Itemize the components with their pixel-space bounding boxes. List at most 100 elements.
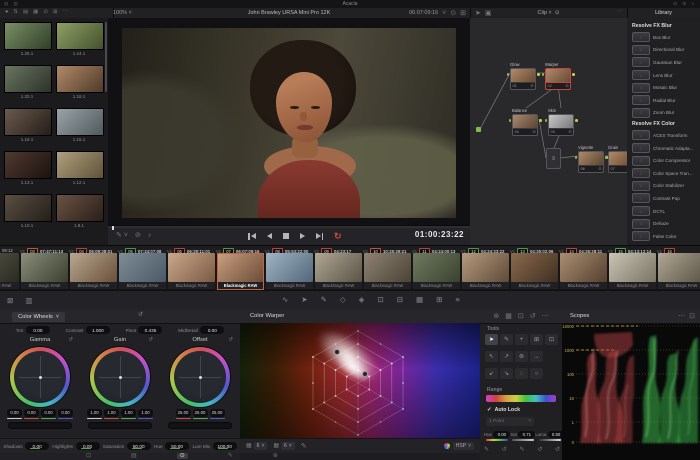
still-thumbnail[interactable] [4, 108, 52, 136]
lum-grid-select[interactable]: ▦ 6 ˅ [273, 442, 295, 450]
wheel-channel-value[interactable]: 0.00 [41, 409, 56, 419]
wheel-gain[interactable] [90, 347, 150, 407]
keyframe-icon[interactable]: ◈ [359, 296, 365, 304]
param-value[interactable]: 1.000 [85, 325, 110, 335]
fx-item[interactable]: ◌ Color Compressor [627, 154, 700, 167]
fx-item[interactable]: ◌ Color Stabilizer [627, 180, 700, 193]
node-balance[interactable]: Balance 04 ⊙ [508, 108, 542, 136]
gallery-still[interactable]: 1.13.1 [4, 151, 52, 185]
wheel-master-slider[interactable] [168, 422, 232, 429]
still-thumbnail[interactable] [56, 65, 104, 93]
node-glow[interactable]: Glow 01 ⊙ [506, 62, 540, 90]
timeline-clip-12[interactable]: Blackmagic RAW [462, 253, 509, 290]
clip-progress-line[interactable] [108, 226, 470, 230]
window-right-icons[interactable]: ⊟ ⊞ ≡ [673, 1, 696, 7]
more-icon[interactable]: ⋯ [63, 10, 69, 16]
warper-mode-select[interactable]: HSP ˅ [443, 442, 474, 450]
hsl-value[interactable]: 0.71 [518, 431, 536, 438]
audio-mute-icon[interactable]: ♪ [148, 232, 152, 239]
timeline-clip-14[interactable]: Blackmagic RAW [560, 253, 607, 290]
auto-grade-icon[interactable]: ⊠ [7, 297, 13, 305]
wheel-offset[interactable] [170, 347, 230, 407]
split-icon[interactable]: ⊟ [397, 296, 403, 304]
fx-item[interactable]: ◌ Contrast Pop [627, 192, 700, 205]
node-warper[interactable]: Warper 02 ⊙ [541, 62, 575, 90]
wheel-channel-value[interactable]: 1.00 [138, 409, 153, 419]
param-value[interactable]: 0.00 [75, 441, 100, 451]
snapshot-icon[interactable]: ⊡ [377, 296, 383, 304]
warp-down-icon[interactable]: ↙ [485, 368, 498, 379]
timeline-clip-10[interactable]: Blackmagic RAW [364, 253, 411, 290]
viewer-timecode-top[interactable]: 06:07:09:16 [409, 10, 438, 16]
pin-tool-icon[interactable]: + [515, 334, 528, 345]
param-value[interactable]: 0.00 [200, 325, 225, 335]
timeline-clip-08[interactable]: Blackmagic RAW [266, 253, 313, 290]
param-value[interactable]: 50.00 [165, 441, 190, 451]
step-back-button[interactable] [266, 233, 272, 239]
loupe-icon[interactable]: ⊙ [450, 10, 456, 17]
fx-item[interactable]: ◌ Mosaic Blur [627, 81, 700, 94]
timeline-clip-03[interactable]: Blackmagic RAW [21, 253, 68, 290]
play-button[interactable] [299, 233, 305, 239]
still-thumbnail[interactable] [56, 194, 104, 222]
bypass-grade-icon[interactable]: ⊘ [135, 232, 141, 239]
wheel-channel-value[interactable]: 1.00 [87, 409, 102, 419]
timeline-clip-04[interactable]: Blackmagic RAW [70, 253, 117, 290]
node-vignette[interactable]: Vignette 06 ⊙ [574, 145, 608, 173]
grid-view-icon[interactable]: ▦ [33, 10, 38, 16]
hsl-value[interactable]: 0.00 [493, 431, 511, 438]
gallery-still[interactable]: 1.16.1 [4, 108, 52, 142]
wheel-gamma[interactable] [10, 347, 70, 407]
dock-tracker-icon[interactable]: ⊕ [273, 453, 278, 459]
still-thumbnail[interactable] [4, 194, 52, 222]
gallery-still[interactable]: 1.10.1 [4, 194, 52, 228]
still-thumbnail[interactable] [56, 151, 104, 179]
gallery-scrollbar[interactable] [105, 22, 107, 92]
annotate-pen-icon[interactable]: ✎ ˅ [116, 232, 128, 239]
wheel-reset-icon[interactable]: ↺ [228, 337, 233, 343]
timeline-clip-partial[interactable]: Blackmagic RAW [0, 253, 19, 290]
wheel-reset-icon[interactable]: ↺ [148, 337, 153, 343]
param-value[interactable]: 50.00 [126, 441, 151, 451]
expand-viewer-icon[interactable]: ⊞ [460, 10, 466, 17]
video-frame[interactable] [122, 28, 456, 218]
grid-tool-icon[interactable]: ⊞ [530, 334, 543, 345]
select-tool-icon[interactable]: ➤ [485, 334, 498, 345]
param-value[interactable]: 0.00 [25, 441, 50, 451]
still-thumbnail[interactable] [4, 65, 52, 93]
fx-item[interactable]: ◌ Gaussian Blur [627, 56, 700, 69]
grid-icon[interactable]: ▦ [416, 296, 423, 304]
fullscreen-icon[interactable]: ⊡ [518, 313, 524, 320]
fx-item[interactable]: ◌ Dehaze [627, 217, 700, 230]
search-icon[interactable]: ⊙ [43, 10, 48, 16]
warp-left-icon[interactable]: ↖ [485, 351, 498, 362]
still-thumbnail[interactable] [4, 151, 52, 179]
expand-tool-icon[interactable]: ⊡ [545, 334, 558, 345]
still-thumbnail[interactable] [4, 22, 52, 50]
draw-mode-icon[interactable]: ✎ [301, 443, 307, 450]
wheel-channel-value[interactable]: 1.00 [104, 409, 119, 419]
warp-right-icon[interactable]: ↗ [500, 351, 513, 362]
fx-item[interactable]: ◌ False Color [627, 230, 700, 243]
warper-control-point[interactable] [334, 349, 340, 355]
wheel-channel-value[interactable]: 1.00 [121, 409, 136, 419]
wheel-channel-value[interactable]: 0.00 [24, 409, 39, 419]
param-value[interactable]: 0.435 [138, 325, 163, 335]
warper-control-point[interactable] [362, 371, 368, 377]
fx-item[interactable]: ◌ Directional Blur [627, 44, 700, 57]
fx-item[interactable]: ◌ Chromatic Adapta... [627, 142, 700, 155]
diamond-icon[interactable]: ◇ [340, 296, 346, 304]
sort-icon[interactable]: ⇅ [13, 10, 18, 16]
dock-warper-icon[interactable]: ⊙ [176, 452, 188, 459]
fx-item[interactable]: ◌ Color Space Tran... [627, 167, 700, 180]
timeline-clip-07[interactable]: Blackmagic RAW [217, 253, 264, 290]
timeline-clip-06[interactable]: Blackmagic RAW [168, 253, 215, 290]
wheel-channel-value[interactable]: 25.00 [192, 409, 208, 419]
dock-qualifier-icon[interactable]: ✎ [228, 453, 233, 459]
fx-item[interactable]: ◌ Zoom Blur [627, 107, 700, 120]
record-icon[interactable]: ● [5, 10, 8, 16]
still-thumbnail[interactable] [56, 22, 104, 50]
dock-wheels-icon[interactable]: ⊡ [86, 453, 91, 459]
wheel-channel-value[interactable]: 25.00 [175, 409, 191, 419]
hue-grid-select[interactable]: ▦ 6 ˅ [246, 442, 268, 450]
